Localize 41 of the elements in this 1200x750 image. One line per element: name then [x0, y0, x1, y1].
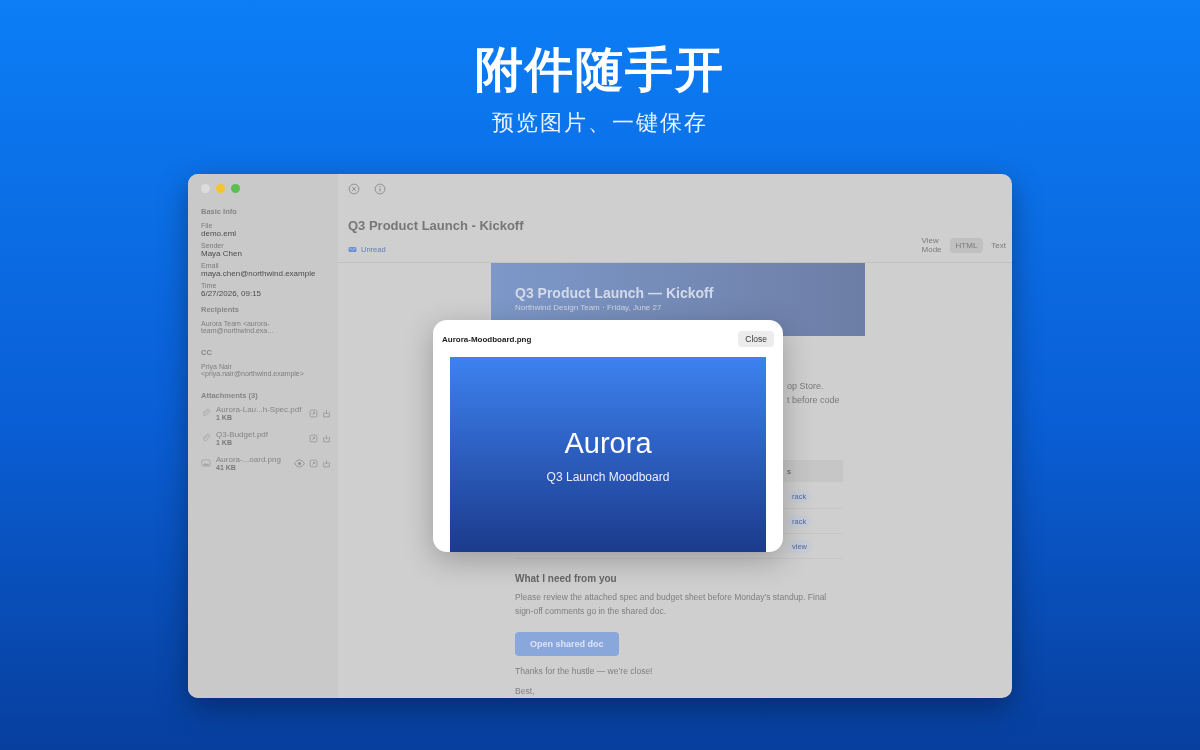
preview-title: Aurora [564, 427, 652, 460]
open-doc-button[interactable]: Open shared doc [515, 632, 619, 656]
close-icon[interactable] [348, 183, 360, 195]
body-text: Please review the attached spec and budget sheet before Monday’s standup. Final sign-off comments go in the shared doc. [515, 591, 828, 618]
paperclip-icon [201, 408, 211, 418]
attachment-name[interactable]: Aurora-Lau...h-Spec.pdf [216, 405, 305, 414]
open-icon[interactable] [309, 433, 318, 443]
info-icon[interactable] [374, 183, 386, 195]
body-text: t before code [787, 394, 841, 407]
field-value: demo.eml [201, 229, 238, 238]
preview-subtitle: Q3 Launch Moodboard [546, 470, 670, 484]
body-text: Best, [515, 686, 536, 696]
zoom-window-button[interactable] [231, 184, 240, 193]
body-text: Thanks for the hustle — we’re close! [515, 666, 654, 676]
close-button[interactable]: Close [738, 331, 774, 347]
attachment-name[interactable]: Q3-Budget.pdf [216, 430, 305, 439]
download-icon[interactable] [322, 433, 331, 443]
field-value: maya.chen@northwind.example [201, 269, 317, 278]
message-title: Q3 Product Launch - Kickoff [348, 218, 524, 233]
open-icon[interactable] [309, 408, 318, 418]
field-value: Maya Chen [201, 249, 243, 258]
banner-title: Q3 Product Launch — Kickoff [515, 285, 715, 301]
column-header: s [787, 466, 791, 476]
view-mode-tab[interactable]: Text [985, 237, 1012, 253]
body-text: op Store. [787, 380, 825, 393]
open-icon[interactable] [309, 458, 318, 468]
image-icon [201, 458, 211, 468]
download-icon[interactable] [322, 458, 331, 468]
headline-text: 附件随手开 [475, 40, 725, 99]
download-icon[interactable] [322, 408, 331, 418]
subheadline-text: 预览图片、一键保存 [492, 109, 708, 137]
paperclip-icon [201, 433, 211, 443]
minimize-window-button[interactable] [216, 184, 225, 193]
view-mode-tab[interactable]: HTML [949, 237, 984, 253]
field-value: 6/27/2026, 09:15 [201, 289, 263, 298]
file-name: Aurora-Moodboard.png [442, 334, 532, 344]
view-mode-label: View Mode [921, 236, 943, 254]
eye-icon[interactable] [294, 457, 305, 469]
banner-subtitle: Northwind Design Team · Friday, June 27 [515, 303, 663, 312]
attachment-name[interactable]: Aurora-...oard.png [216, 455, 290, 464]
section-title: What I need from you [515, 573, 618, 584]
